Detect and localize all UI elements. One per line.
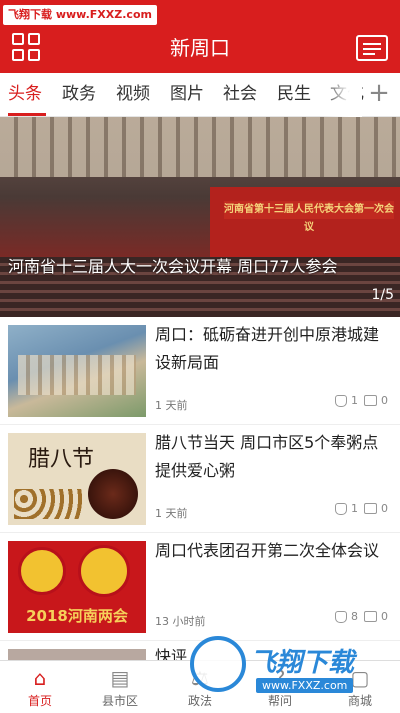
news-title: 周口代表团召开第二次全体会议 [155,541,380,560]
comment-icon[interactable] [364,503,377,514]
category-tabs: 头条 政务 视频 图片 社会 民生 文化 + [0,73,400,117]
like-count: 8 [351,610,358,623]
comment-count: 0 [381,610,388,623]
thumb-caption: 腊八节 [28,447,95,472]
banner-photo-ceiling [0,117,400,177]
active-tab-indicator [8,113,46,116]
news-title: 腊八节当天 周口市区5个奉粥点提供爱心粥 [155,433,379,480]
nav-home[interactable]: ⌂ 首页 [0,661,80,713]
comment-icon[interactable] [364,611,377,622]
nav-politics-law[interactable]: ⚖ 政法 [160,661,240,713]
like-count: 1 [351,394,358,407]
comment-icon[interactable] [364,395,377,406]
page-title: 新周口 [170,36,230,60]
headline-banner[interactable]: 河南省第十三届人民代表大会第一次会议 河南省十三届人大一次会议开幕 周口77人参… [0,117,400,317]
news-thumbnail [8,325,146,417]
tab-headline[interactable]: 头条 [8,81,42,107]
like-icon[interactable] [335,394,347,407]
news-stats: 1 0 [335,502,388,515]
tab-livelihood[interactable]: 民生 [277,81,311,107]
like-count: 1 [351,502,358,515]
news-time: 13 小时前 [155,615,206,628]
banner-caption: 河南省十三届人大一次会议开幕 周口77人参会 [8,257,338,276]
tab-video[interactable]: 视频 [116,81,150,107]
help-icon: ? [274,666,286,690]
nav-counties[interactable]: ▤ 县市区 [80,661,160,713]
news-stats: 8 0 [335,610,388,623]
like-icon[interactable] [335,502,347,515]
politics-law-icon: ⚖ [191,666,209,690]
county-icon: ▤ [110,666,130,690]
news-item[interactable]: 2018河南两会 周口代表团召开第二次全体会议 13 小时前 8 0 [0,533,400,641]
tab-fade [322,73,362,117]
news-title: 周口：砥砺奋进开创中原港城建设新局面 [155,325,380,372]
bottom-navigation: ⌂ 首页 ▤ 县市区 ⚖ 政法 ? 帮问 ▢ 商城 [0,660,400,712]
tab-government[interactable]: 政务 [62,81,96,107]
news-time: 1 天前 [155,399,188,412]
news-thumbnail: 2018河南两会 [8,541,146,633]
news-stats: 1 0 [335,394,388,407]
stage-banner-text: 河南省第十三届人民代表大会第一次会议 [224,201,394,233]
mall-icon: ▢ [350,666,370,690]
like-icon[interactable] [335,610,347,623]
tab-pictures[interactable]: 图片 [170,81,204,107]
app-header: 飞翔下载 www.FXXZ.com 新周口 [0,0,400,73]
nav-label: 商城 [347,694,372,708]
nav-help[interactable]: ? 帮问 [240,661,320,713]
newspaper-icon[interactable] [356,35,388,61]
nav-label: 首页 [27,694,52,708]
watermark-label: 飞翔下载 www.FXXZ.com [3,5,157,25]
comment-count: 0 [381,502,388,515]
add-tab-icon[interactable]: + [366,79,392,109]
comment-count: 0 [381,394,388,407]
tab-society[interactable]: 社会 [223,81,257,107]
news-item[interactable]: 腊八节 腊八节当天 周口市区5个奉粥点提供爱心粥 1 天前 1 0 [0,425,400,533]
nav-mall[interactable]: ▢ 商城 [320,661,400,713]
nav-label: 县市区 [101,694,138,708]
news-thumbnail: 腊八节 [8,433,146,525]
home-icon: ⌂ [33,666,47,690]
news-time: 1 天前 [155,507,188,520]
news-item[interactable]: 周口：砥砺奋进开创中原港城建设新局面 1 天前 1 0 [0,317,400,425]
thumb-caption: 2018河南两会 [26,607,128,625]
banner-page-counter: 1/5 [371,287,394,303]
nav-label: 政法 [187,694,212,708]
nav-label: 帮问 [267,694,292,708]
